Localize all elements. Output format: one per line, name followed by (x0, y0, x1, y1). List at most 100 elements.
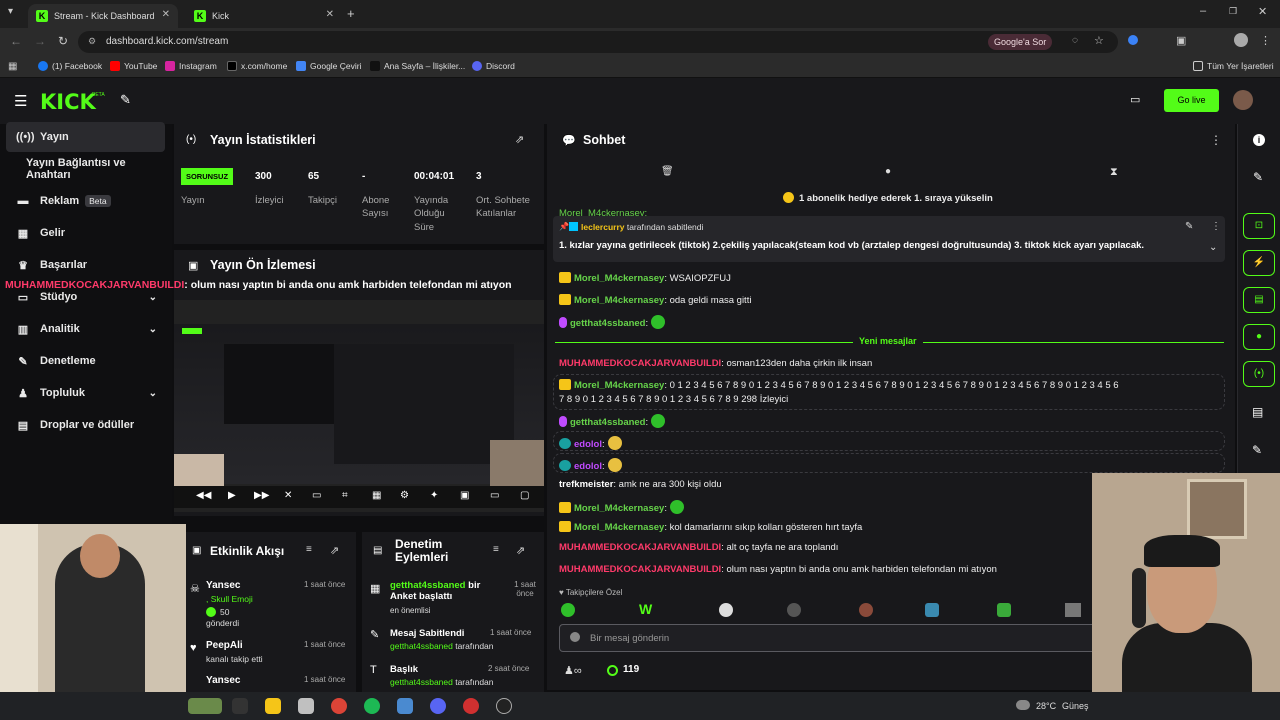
puzzle-icon[interactable]: ▣ (1176, 34, 1186, 47)
unpin-icon[interactable]: ✎ (1185, 221, 1193, 232)
rail-button-broadcast[interactable]: (•) (1243, 361, 1275, 387)
play-icon[interactable]: ▶ (228, 490, 236, 501)
rail-button-bolt[interactable]: ⚡ (1243, 250, 1275, 276)
popout-icon[interactable]: ⇗ (515, 133, 524, 146)
rail-button-chat[interactable]: ● (1243, 324, 1275, 350)
go-live-button[interactable]: Go live (1164, 89, 1219, 112)
theater-icon[interactable]: ▭ (490, 490, 499, 501)
hamburger-menu-icon[interactable]: ☰ (14, 92, 27, 110)
emote-brown-icon[interactable] (859, 603, 873, 617)
fullscreen-icon[interactable]: ▢ (520, 490, 529, 501)
bookmark-discord[interactable]: Discord (472, 61, 515, 71)
chat-user[interactable]: Morel_M4ckernasey (574, 503, 664, 514)
emote-face-icon[interactable] (719, 603, 733, 617)
apps-icon[interactable]: ▦ (8, 61, 17, 72)
emote-kick-icon[interactable] (561, 603, 575, 617)
chat-user[interactable]: Morel_M4ckernasey (574, 273, 664, 284)
chat-user[interactable]: edolol (574, 461, 602, 472)
trash-icon[interactable]: 🗑 (661, 166, 674, 177)
bookmark-google-translate[interactable]: Google Çeviri (296, 61, 362, 71)
pip-icon[interactable]: ▣ (460, 490, 469, 501)
chat-bubble-icon[interactable]: ● (885, 166, 891, 177)
chevron-down-icon[interactable]: ⌄ (1209, 242, 1217, 253)
file-explorer-icon[interactable] (265, 698, 281, 714)
close-icon[interactable]: ✕ (162, 9, 170, 20)
weather-temp[interactable]: 28°C (1036, 701, 1056, 711)
close-icon[interactable]: ✕ (326, 9, 334, 20)
chat-user[interactable]: MUHAMMEDKOCAKJARVANBUILDI (559, 564, 721, 575)
site-info-icon[interactable]: ⚙ (88, 36, 96, 47)
star-icon[interactable]: ☆ (1094, 34, 1104, 47)
forward-icon[interactable]: ▶▶ (254, 490, 269, 501)
emote-picker-icon[interactable] (570, 632, 580, 642)
chat-user[interactable]: getthat4ssbaned (570, 318, 646, 329)
grid-icon[interactable]: ▦ (372, 490, 381, 501)
back-icon[interactable]: ← (10, 34, 22, 48)
new-tab-icon[interactable]: + (347, 6, 355, 21)
bookmark-ana-sayfa[interactable]: Ana Sayfa – İlişkiler... (370, 61, 465, 71)
settings-icon[interactable] (397, 698, 413, 714)
popout-icon[interactable]: ⇗ (330, 544, 339, 557)
sidebar-item-denetleme[interactable]: ✎ Denetleme (6, 346, 165, 376)
emote-w-icon[interactable]: W (639, 601, 652, 617)
tab-search-icon[interactable]: ▾ (8, 6, 13, 17)
url-bar[interactable]: ⚙ dashboard.kick.com/stream (78, 31, 1118, 53)
kick-logo[interactable]: KICK (40, 90, 96, 114)
app-icon[interactable] (463, 698, 479, 714)
sidebar-item-basarilar[interactable]: ♛ Başarılar (6, 250, 165, 280)
pin-icon[interactable]: ✎ (120, 92, 131, 108)
sparkle-icon[interactable]: ✦ (430, 490, 438, 501)
minimize-icon[interactable]: – (1200, 5, 1206, 17)
chat-user[interactable]: getthat4ssbaned (570, 417, 646, 428)
sidebar-item-droplar[interactable]: ▤ Droplar ve ödüller (6, 410, 165, 440)
all-bookmarks[interactable]: Tüm Yer İşaretleri (1193, 61, 1274, 71)
window-close-icon[interactable]: ✕ (1258, 5, 1267, 18)
forward-icon[interactable]: → (34, 34, 46, 48)
chat-menu-icon[interactable]: ⋮ (1210, 133, 1222, 147)
task-view-icon[interactable] (232, 698, 248, 714)
google-ask-button[interactable]: Google'a Sor (988, 34, 1053, 50)
users-icon[interactable]: ♟∞ (564, 664, 582, 677)
extension-icon[interactable] (1128, 35, 1138, 45)
widget-icon[interactable] (188, 698, 222, 714)
eye-off-icon[interactable]: ◌ (1072, 35, 1078, 46)
studio-icon[interactable]: ▭ (1130, 93, 1140, 106)
crop-icon[interactable]: ⌗ (342, 490, 348, 501)
chat-user[interactable]: Morel_M4ckernasey (574, 522, 664, 533)
popout-icon[interactable]: ⇗ (516, 544, 525, 557)
emote-green-icon[interactable] (997, 603, 1011, 617)
bookmark-x[interactable]: x.com/home (227, 61, 287, 71)
wrench-icon[interactable]: ✎ (1252, 443, 1262, 457)
bookmark-facebook[interactable]: (1) Facebook (38, 61, 102, 71)
sidebar-item-yayin-baglantisi[interactable]: Yayın Bağlantısı ve Anahtarı (6, 154, 165, 184)
chat-user[interactable]: Morel_M4ckernasey (574, 380, 664, 391)
chat-input[interactable]: Bir mesaj gönderin (559, 624, 1099, 652)
user-avatar[interactable] (1233, 90, 1253, 110)
spotify-icon[interactable] (364, 698, 380, 714)
sidebar-item-analitik[interactable]: ▥ Analitik ⌄ (6, 314, 165, 344)
bookmark-youtube[interactable]: YouTube (110, 61, 157, 71)
profile-avatar[interactable] (1234, 33, 1248, 47)
discord-icon[interactable] (430, 698, 446, 714)
chat-user[interactable]: edolol (574, 439, 602, 450)
rewind-icon[interactable]: ◀◀ (196, 490, 211, 501)
reload-icon[interactable]: ↻ (58, 34, 68, 48)
info-icon[interactable]: i (1253, 134, 1265, 146)
chat-user[interactable]: Morel_M4ckernasey (574, 295, 664, 306)
sidebar-item-reklam[interactable]: ▬ Reklam Beta (6, 186, 165, 216)
settings-icon[interactable]: ⚙ (400, 490, 409, 501)
chrome-icon[interactable] (331, 698, 347, 714)
filter-icon[interactable]: ≡ (306, 544, 312, 555)
filter-icon[interactable]: ≡ (493, 544, 499, 555)
chat-user[interactable]: MUHAMMEDKOCAKJARVANBUILDI (559, 542, 721, 553)
layout-icon[interactable]: ▤ (1252, 405, 1263, 419)
emote-blue-icon[interactable] (925, 603, 939, 617)
app-icon[interactable] (298, 698, 314, 714)
chat-user[interactable]: trefkmeister (559, 479, 613, 490)
obs-icon[interactable] (496, 698, 512, 714)
rail-button-capture[interactable]: ⊡ (1243, 213, 1275, 239)
sidebar-item-gelir[interactable]: ▦ Gelir (6, 218, 165, 248)
edit-icon[interactable]: ✎ (1253, 170, 1263, 184)
menu-dots-icon[interactable]: ⋮ (1260, 34, 1271, 47)
mute-icon[interactable]: ✕ (284, 490, 292, 501)
